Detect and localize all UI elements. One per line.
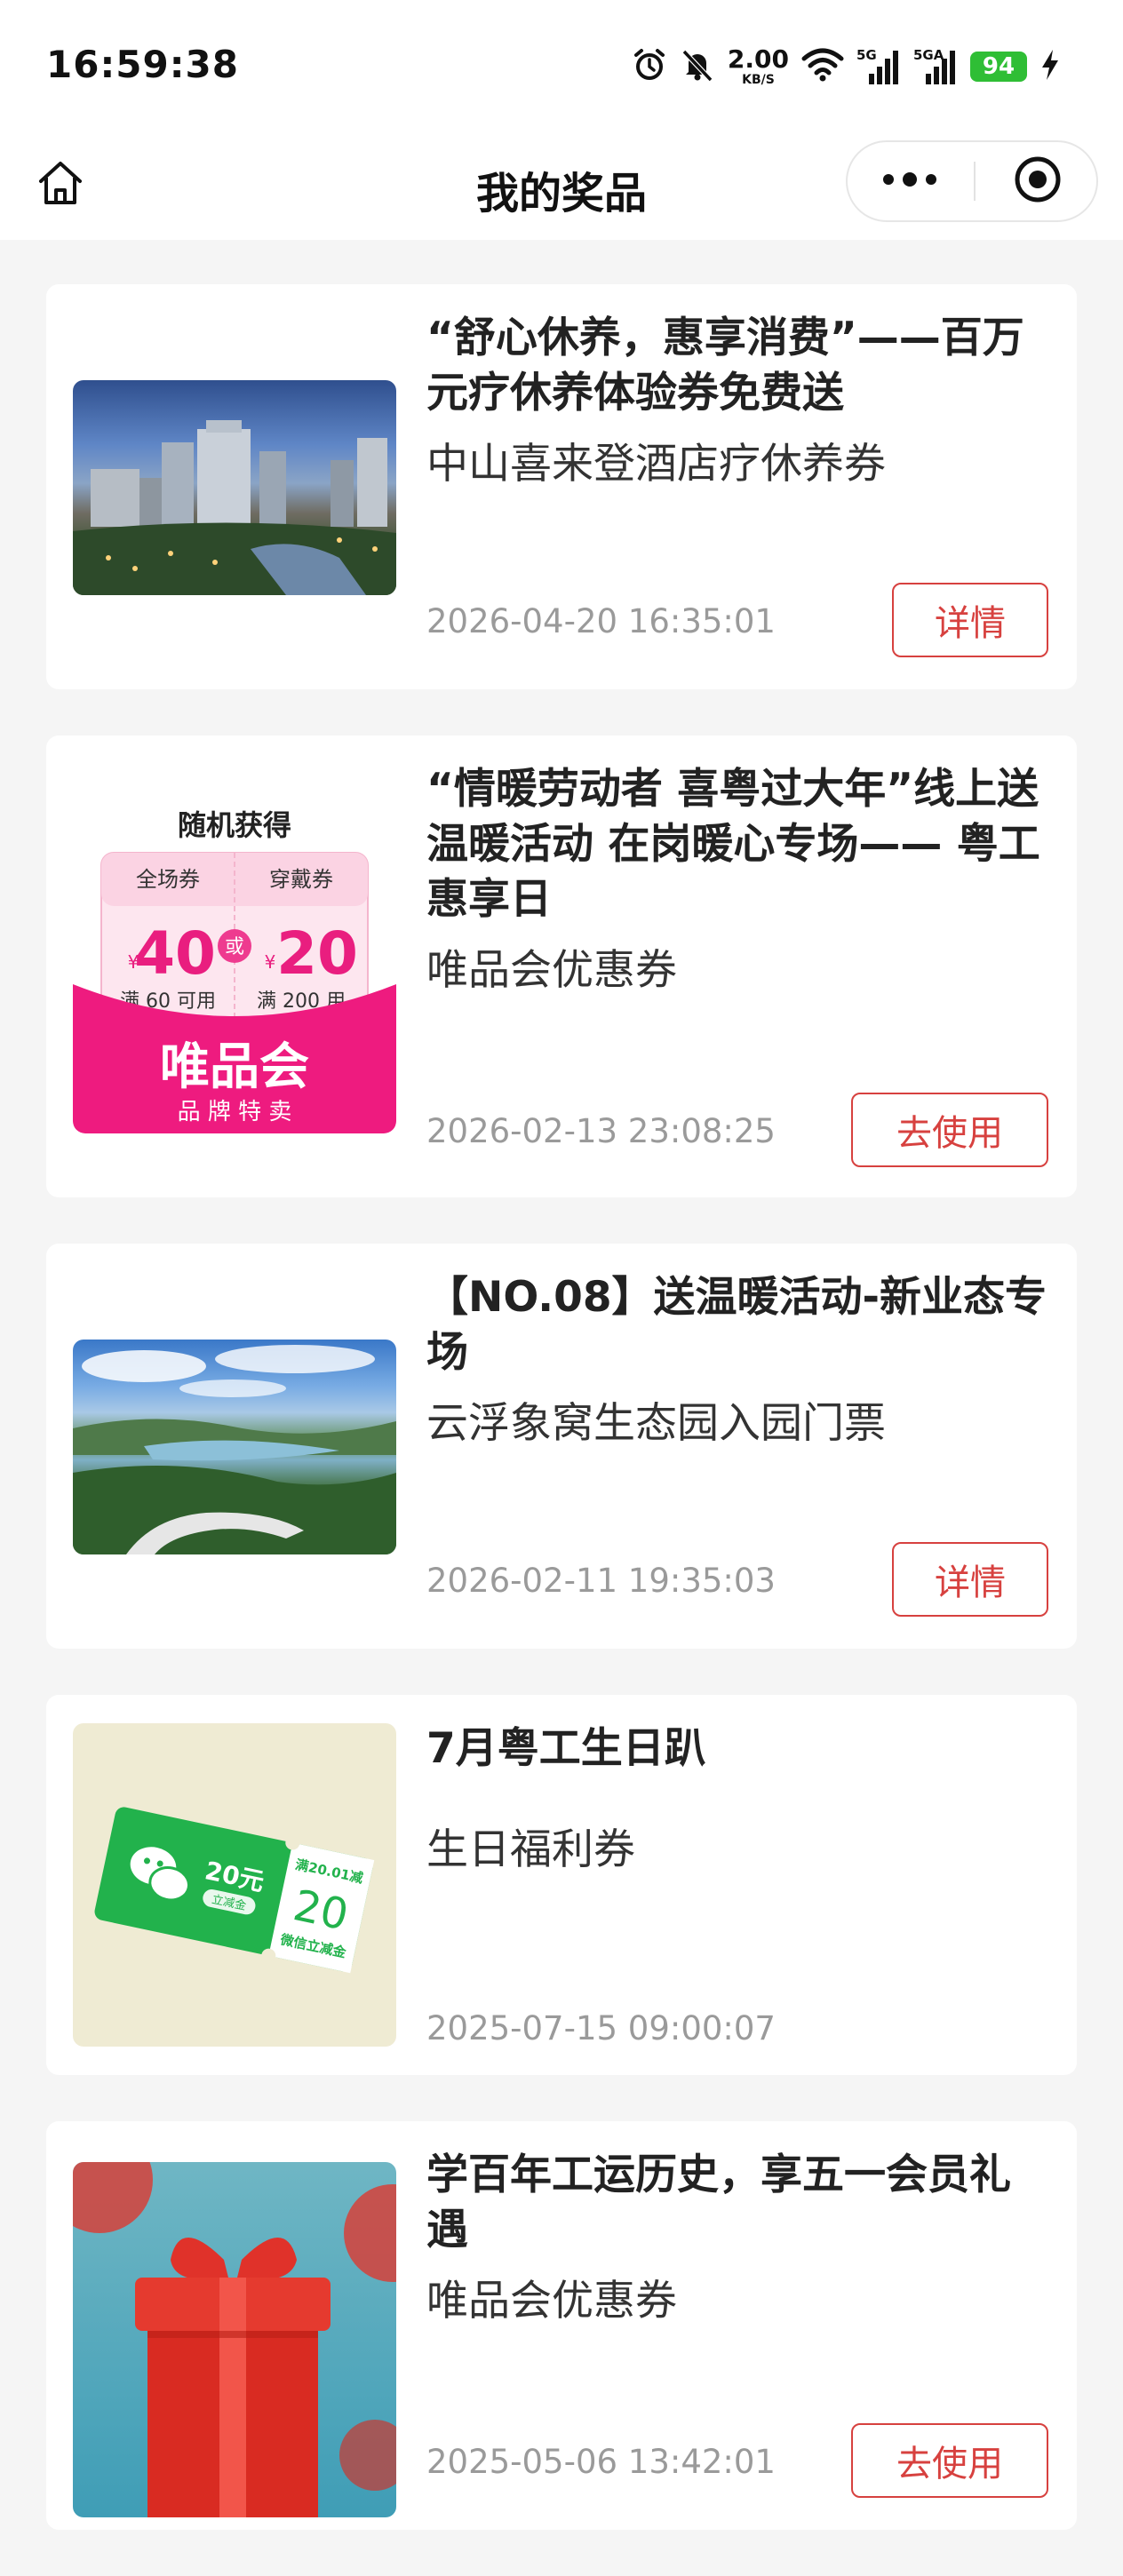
use-button[interactable]: 去使用 — [851, 2423, 1048, 2498]
vip-coupon-graphic: 随机获得 全场券 穿戴券 ¥ 40 ¥ 20 或 满 60 可用 满 200 用… — [73, 808, 396, 1133]
target-circle-icon — [1013, 155, 1063, 208]
prize-subtitle: 唯品会优惠券 — [426, 946, 677, 995]
prize-card[interactable]: 20元 立减金 满20.01减 20 微信立减金 7月粤工生日趴 生日福利券 2… — [46, 1695, 1077, 2075]
prize-info: “舒心休养，惠享消费”——百万元疗休养体验券免费送 中山喜来登酒店疗休养券 — [426, 311, 1048, 492]
more-dots-icon — [881, 171, 938, 192]
prize-title: 【NO.08】送温暖活动-新业态专场 — [426, 1273, 1047, 1377]
svg-text:20: 20 — [276, 919, 358, 988]
prize-image-vip-coupon: 随机获得 全场券 穿戴券 ¥ 40 ¥ 20 或 满 60 可用 满 200 用… — [73, 798, 396, 1133]
svg-text:唯品会: 唯品会 — [160, 1038, 309, 1096]
status-icons: 2.00 KB/S 5G 5GA 94 — [632, 43, 1061, 91]
net-speed-unit: KB/S — [742, 73, 775, 87]
signal-bars-icon: 5GA — [913, 47, 958, 86]
prize-date: 2026-02-11 19:35:03 — [426, 1562, 776, 1600]
prize-card[interactable]: 【NO.08】送温暖活动-新业态专场 云浮象窝生态园入园门票 2026-02-1… — [46, 1244, 1077, 1649]
use-button[interactable]: 去使用 — [851, 1093, 1048, 1167]
prize-info: “情暖劳动者 喜粤过大年”线上送温暖活动 在岗暖心专场—— 粤工惠享日 唯品会优… — [426, 762, 1048, 998]
prize-image-hotel — [73, 380, 396, 595]
svg-text:品 牌 特 卖: 品 牌 特 卖 — [178, 1099, 292, 1125]
prize-subtitle: 唯品会优惠券 — [426, 2277, 677, 2326]
close-button[interactable] — [977, 142, 1098, 220]
svg-text:或: 或 — [225, 936, 244, 958]
prize-subtitle: 中山喜来登酒店疗休养券 — [426, 440, 886, 489]
detail-button[interactable]: 详情 — [892, 583, 1048, 657]
wifi-icon — [801, 48, 844, 85]
prize-title: “情暖劳动者 喜粤过大年”线上送温暖活动 在岗暖心专场—— 粤工惠享日 — [426, 765, 1040, 924]
net-speed-value: 2.00 — [727, 44, 789, 74]
mini-program-capsule — [846, 140, 1098, 222]
prize-image-gift-box — [73, 2162, 396, 2517]
status-time: 16:59:38 — [46, 43, 239, 86]
prize-title: “舒心休养，惠享消费”——百万元疗休养体验券免费送 — [426, 314, 1024, 417]
battery-indicator: 94 — [970, 52, 1027, 82]
prize-date: 2026-04-20 16:35:01 — [426, 602, 776, 640]
prize-subtitle: 云浮象窝生态园入园门票 — [426, 1399, 886, 1448]
prize-card[interactable]: “舒心休养，惠享消费”——百万元疗休养体验券免费送 中山喜来登酒店疗休养券 20… — [46, 284, 1077, 689]
nav-bar: 我的奖品 — [0, 133, 1123, 240]
detail-button[interactable]: 详情 — [892, 1542, 1048, 1617]
vip-headline: 随机获得 — [178, 808, 291, 842]
wechat-coupon-graphic: 20元 立减金 满20.01减 20 微信立减金 — [94, 1807, 375, 1974]
status-bar: 16:59:38 2.00 KB/S 5G 5GA 94 — [0, 0, 1123, 133]
prize-info: 【NO.08】送温暖活动-新业态专场 云浮象窝生态园入园门票 — [426, 1270, 1048, 1451]
net-speed: 2.00 KB/S — [727, 44, 789, 87]
prize-image-eco-park — [73, 1340, 396, 1554]
svg-text:40: 40 — [134, 919, 216, 988]
prize-title: 学百年工运历史，享五一会员礼遇 — [426, 2151, 1011, 2254]
svg-text:¥: ¥ — [265, 951, 276, 973]
bell-muted-icon — [680, 47, 715, 86]
charging-bolt-icon — [1039, 48, 1061, 85]
prize-image-wechat-coupon: 20元 立减金 满20.01减 20 微信立减金 — [73, 1723, 396, 2047]
svg-text:穿戴券: 穿戴券 — [269, 867, 333, 892]
prize-card[interactable]: 随机获得 全场券 穿戴券 ¥ 40 ¥ 20 或 满 60 可用 满 200 用… — [46, 735, 1077, 1197]
prize-card[interactable]: 学百年工运历史，享五一会员礼遇 唯品会优惠券 2025-05-06 13:42:… — [46, 2121, 1077, 2530]
alarm-icon — [632, 47, 667, 86]
svg-text:全场券: 全场券 — [136, 867, 200, 892]
prize-info: 7月粤工生日趴 生日福利券 — [426, 1721, 1048, 1878]
prize-title: 7月粤工生日趴 — [426, 1724, 706, 1773]
prize-subtitle: 生日福利券 — [426, 1825, 635, 1874]
signal-bars-icon: 5G — [856, 47, 901, 86]
prize-list: “舒心休养，惠享消费”——百万元疗休养体验券免费送 中山喜来登酒店疗休养券 20… — [46, 284, 1077, 2576]
prize-info: 学百年工运历史，享五一会员礼遇 唯品会优惠券 — [426, 2148, 1048, 2329]
prize-date: 2026-02-13 23:08:25 — [426, 1112, 776, 1150]
capsule-divider — [974, 162, 976, 201]
prize-date: 2025-07-15 09:00:07 — [426, 2009, 776, 2047]
more-button[interactable] — [848, 142, 972, 220]
prize-date: 2025-05-06 13:42:01 — [426, 2443, 776, 2481]
